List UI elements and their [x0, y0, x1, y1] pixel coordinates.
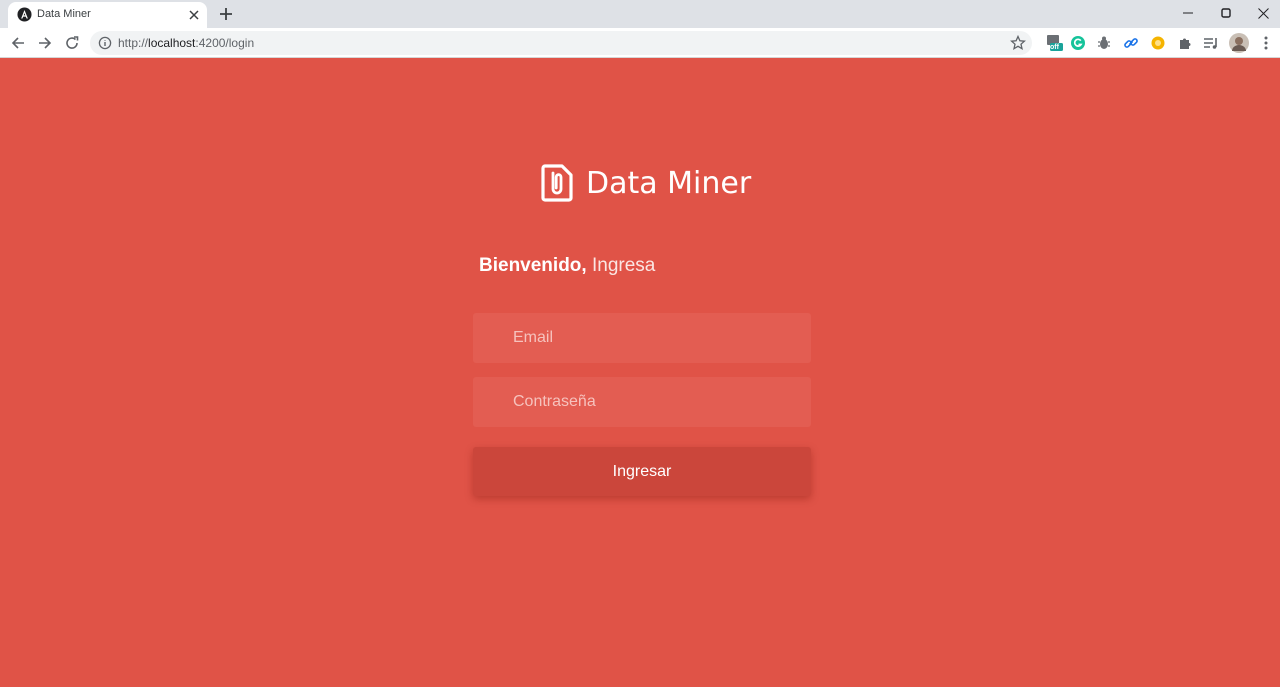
browser-toolbar: http://localhost:4200/login off — [0, 28, 1280, 58]
angular-icon — [17, 7, 32, 22]
tab-strip: Data Miner — [0, 0, 1280, 28]
media-queue-icon[interactable] — [1202, 34, 1220, 52]
clipped-file-icon — [541, 164, 573, 202]
close-icon[interactable] — [186, 7, 202, 23]
window-close-icon[interactable] — [1244, 0, 1280, 26]
kebab-menu-icon[interactable] — [1257, 34, 1275, 52]
login-button[interactable]: Ingresar — [473, 447, 811, 496]
brand-name: Data Miner — [586, 165, 752, 201]
info-icon[interactable] — [98, 36, 112, 50]
minimize-icon[interactable] — [1169, 0, 1207, 26]
welcome-bold: Bienvenido, — [479, 255, 587, 276]
url-text[interactable]: http://localhost:4200/login — [118, 36, 254, 50]
bug-icon[interactable] — [1095, 34, 1113, 52]
tab-title: Data Miner — [37, 8, 91, 20]
url-path: :4200/login — [195, 36, 255, 50]
arrow-left-icon[interactable] — [7, 32, 29, 54]
welcome-light: Ingresa — [591, 255, 656, 276]
password-field[interactable] — [473, 377, 811, 427]
link-icon[interactable] — [1122, 34, 1140, 52]
avatar[interactable] — [1229, 33, 1249, 53]
address-bar[interactable]: http://localhost:4200/login — [90, 31, 1032, 55]
welcome-text: Bienvenido, Ingresa — [479, 255, 655, 277]
reload-icon[interactable] — [61, 32, 83, 54]
arrow-right-icon[interactable] — [34, 32, 56, 54]
plus-icon[interactable] — [216, 4, 236, 24]
puzzle-icon[interactable] — [1176, 34, 1194, 52]
email-field-container — [473, 313, 811, 363]
password-field-container — [473, 377, 811, 427]
extension-badge: off — [1050, 44, 1059, 51]
email-field[interactable] — [473, 313, 811, 363]
login-page: Data Miner Bienvenido, Ingresa Ingresar — [0, 59, 1280, 687]
star-icon[interactable] — [1010, 35, 1026, 51]
brand-header: Data Miner — [541, 161, 751, 205]
grammarly-icon[interactable] — [1069, 34, 1087, 52]
restore-icon[interactable] — [1207, 0, 1245, 26]
url-scheme: http:// — [118, 36, 149, 50]
url-host: localhost — [148, 36, 196, 50]
sun-extension-icon[interactable] — [1149, 34, 1167, 52]
browser-tab[interactable]: Data Miner — [8, 2, 207, 28]
